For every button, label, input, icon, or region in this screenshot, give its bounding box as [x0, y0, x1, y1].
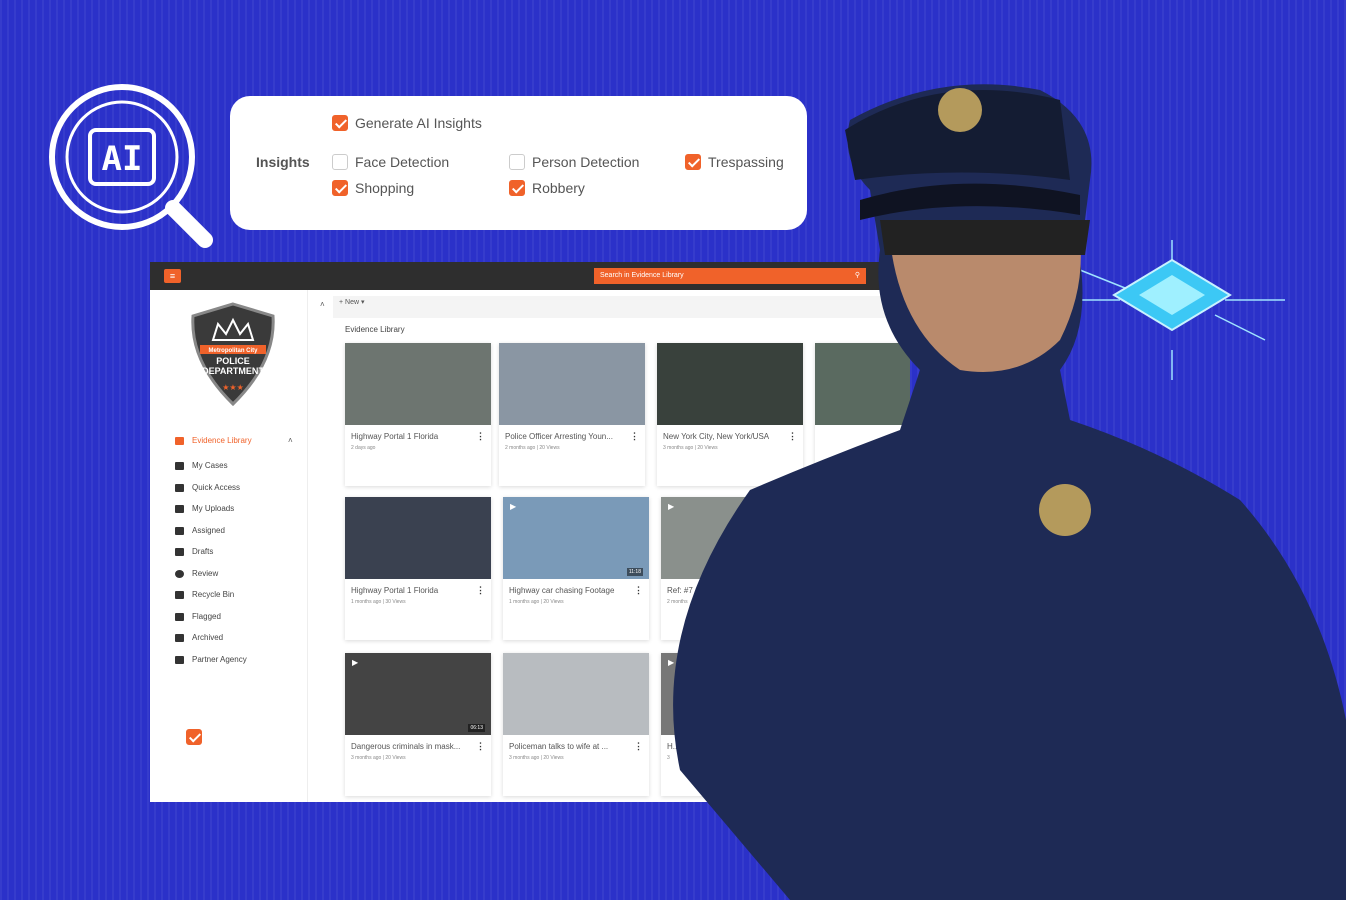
- face-detection-checkbox[interactable]: Face Detection: [332, 154, 449, 170]
- card-title: Policeman talks to wife at ...: [509, 742, 609, 751]
- sidebar-item-review[interactable]: Review: [175, 569, 218, 578]
- svg-text:POLICE: POLICE: [216, 356, 250, 366]
- police-officer-image: [673, 84, 1346, 900]
- sidebar-item-archived[interactable]: Archived: [175, 633, 223, 642]
- more-options-icon[interactable]: ⋮: [476, 431, 485, 442]
- sidebar-item-flagged[interactable]: Flagged: [175, 612, 221, 621]
- evidence-card[interactable]: Policeman talks to wife at ... 3 months …: [503, 653, 649, 796]
- duration-badge: 06:13: [468, 724, 485, 732]
- sidebar: Metropolitan City POLICE DEPARTMENT ★★★ …: [150, 290, 308, 802]
- evidence-card[interactable]: ▶ 06:13 Dangerous criminals in mask... 3…: [345, 653, 491, 796]
- sidebar-item-quick-access[interactable]: Quick Access: [175, 483, 240, 492]
- more-options-icon[interactable]: ⋮: [476, 585, 485, 596]
- card-title: Highway Portal 1 Florida: [351, 586, 439, 595]
- sidebar-item-recycle-bin[interactable]: Recycle Bin: [175, 590, 234, 599]
- shopping-checkbox[interactable]: Shopping: [332, 180, 414, 196]
- card-title: Dangerous criminals in mask...: [351, 742, 461, 751]
- sidebar-item-my-cases[interactable]: My Cases: [175, 461, 228, 470]
- card-meta: 3 months ago | 20 Views: [351, 755, 406, 761]
- card-title: Police Officer Arresting Youn...: [505, 432, 613, 441]
- evidence-card[interactable]: Police Officer Arresting Youn... 2 month…: [499, 343, 645, 486]
- card-thumbnail[interactable]: [345, 343, 491, 425]
- evidence-card[interactable]: Highway Portal 1 Florida 2 days ago ⋮: [345, 343, 491, 486]
- card-thumbnail[interactable]: [345, 497, 491, 579]
- robbery-checkbox[interactable]: Robbery: [509, 180, 585, 196]
- evidence-card[interactable]: ▶ 11:18 Highway car chasing Footage 1 mo…: [503, 497, 649, 640]
- svg-text:DEPARTMENT: DEPARTMENT: [202, 366, 264, 376]
- card-title: Highway car chasing Footage: [509, 586, 615, 595]
- more-options-icon[interactable]: ⋮: [476, 741, 485, 752]
- card-title: Highway Portal 1 Florida: [351, 432, 439, 441]
- card-meta: 1 months ago | 30 Views: [351, 599, 406, 605]
- card-meta: 2 months ago | 20 Views: [505, 445, 560, 451]
- insights-label: Insights: [256, 154, 310, 170]
- menu-button[interactable]: ≡: [164, 269, 181, 283]
- card-thumbnail[interactable]: ▶ 06:13: [345, 653, 491, 735]
- generate-ai-insights-checkbox[interactable]: Generate AI Insights: [332, 115, 482, 131]
- sidebar-item-drafts[interactable]: Drafts: [175, 547, 213, 556]
- sidebar-item-evidence-library[interactable]: Evidence Library ˄: [175, 436, 293, 445]
- evidence-card[interactable]: Highway Portal 1 Florida 1 months ago | …: [345, 497, 491, 640]
- card-thumbnail[interactable]: ▶ 11:18: [503, 497, 649, 579]
- collapse-icon[interactable]: ˄: [320, 300, 325, 309]
- play-icon[interactable]: ▶: [352, 658, 358, 667]
- card-thumbnail[interactable]: [499, 343, 645, 425]
- sidebar-item-partner-agency[interactable]: Partner Agency: [175, 655, 247, 664]
- person-detection-checkbox[interactable]: Person Detection: [509, 154, 639, 170]
- card-meta: 1 months ago | 20 Views: [509, 599, 564, 605]
- play-icon[interactable]: ▶: [510, 502, 516, 511]
- police-department-logo: Metropolitan City POLICE DEPARTMENT ★★★: [191, 302, 275, 406]
- ai-text: AI: [102, 139, 143, 179]
- new-button[interactable]: + New ▾: [339, 299, 365, 306]
- card-meta: 2 days ago: [351, 445, 376, 451]
- sidebar-item-assigned[interactable]: Assigned: [175, 526, 225, 535]
- section-title: Evidence Library: [345, 325, 405, 334]
- more-options-icon[interactable]: ⋮: [630, 431, 639, 442]
- card-thumbnail[interactable]: [503, 653, 649, 735]
- svg-text:★★★: ★★★: [222, 383, 244, 392]
- select-checkbox[interactable]: [186, 728, 209, 746]
- sidebar-item-my-uploads[interactable]: My Uploads: [175, 504, 234, 513]
- card-meta: 3 months ago | 20 Views: [509, 755, 564, 761]
- svg-text:Metropolitan City: Metropolitan City: [209, 348, 259, 354]
- ai-magnifier-icon: AI: [49, 84, 213, 248]
